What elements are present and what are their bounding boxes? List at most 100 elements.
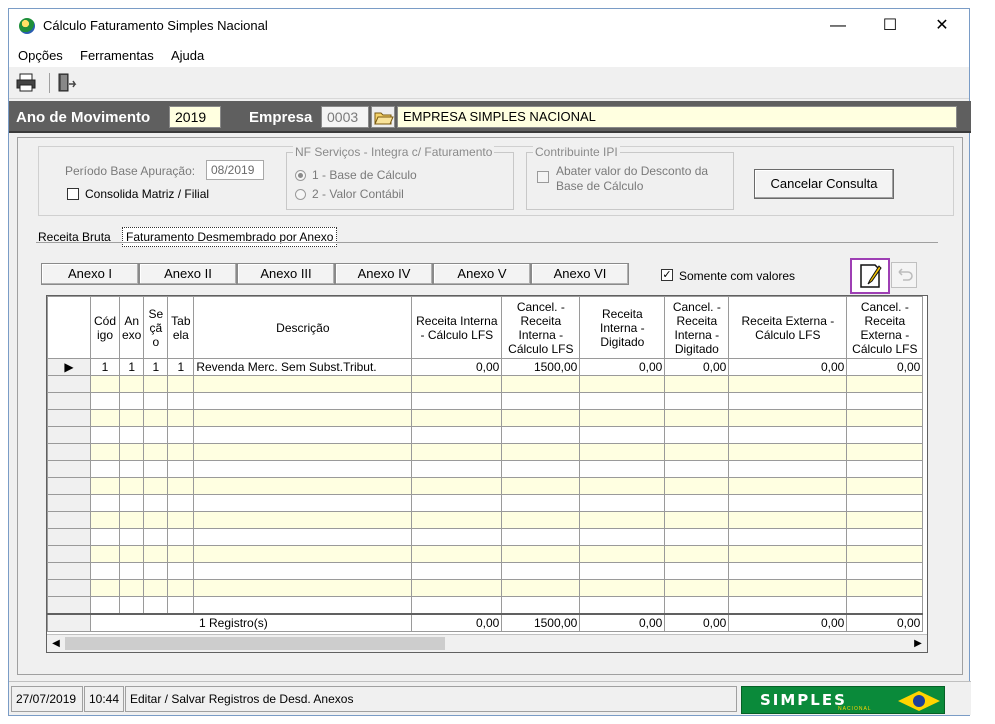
cell-tabela[interactable]: 1: [167, 358, 195, 376]
cell-codigo[interactable]: 1: [90, 358, 120, 376]
grid-cell[interactable]: [846, 392, 924, 410]
grid-cell[interactable]: [118, 477, 145, 495]
table-row[interactable]: [47, 392, 924, 410]
grid-cell[interactable]: [501, 375, 581, 393]
grid-cell[interactable]: [193, 511, 413, 529]
grid-cell[interactable]: [118, 545, 145, 563]
table-row[interactable]: [47, 545, 924, 563]
grid-cell[interactable]: [846, 443, 924, 461]
annex-grid[interactable]: Cód igo An exo Se çã o Tab ela Descrição…: [46, 295, 928, 653]
grid-cell[interactable]: [90, 409, 120, 427]
grid-cell[interactable]: [411, 409, 503, 427]
grid-cell[interactable]: [728, 511, 848, 529]
nf-option1-radio[interactable]: [295, 170, 306, 181]
grid-cell[interactable]: [411, 375, 503, 393]
grid-cell[interactable]: [167, 596, 195, 614]
grid-cell[interactable]: [193, 477, 413, 495]
grid-cell[interactable]: [728, 392, 848, 410]
grid-cell[interactable]: [501, 511, 581, 529]
grid-cell[interactable]: [118, 460, 145, 478]
grid-cell[interactable]: [167, 562, 195, 580]
open-folder-icon[interactable]: [371, 106, 395, 128]
grid-cell[interactable]: [167, 477, 195, 495]
col-header-secao[interactable]: Se çã o: [143, 296, 169, 359]
grid-cell[interactable]: [193, 528, 413, 546]
grid-cell[interactable]: [664, 562, 730, 580]
grid-cell[interactable]: [501, 528, 581, 546]
grid-cell[interactable]: [90, 562, 120, 580]
grid-cell[interactable]: [143, 477, 169, 495]
grid-cell[interactable]: [143, 528, 169, 546]
grid-cell[interactable]: [579, 477, 666, 495]
grid-cell[interactable]: [167, 375, 195, 393]
edit-notepad-icon[interactable]: [850, 258, 890, 294]
grid-cell[interactable]: [579, 579, 666, 597]
menu-opcoes[interactable]: Opções: [18, 48, 63, 63]
grid-cell[interactable]: [846, 562, 924, 580]
exit-door-icon[interactable]: [55, 72, 79, 94]
grid-cell[interactable]: [728, 579, 848, 597]
grid-cell[interactable]: [193, 426, 413, 444]
annex-5-button[interactable]: Anexo V: [433, 263, 531, 285]
grid-cell[interactable]: [728, 375, 848, 393]
menu-ajuda[interactable]: Ajuda: [171, 48, 204, 63]
scroll-left-icon[interactable]: ◀: [49, 637, 63, 651]
cell-cancel-receita-interna-lfs[interactable]: 1500,00: [501, 358, 581, 376]
grid-cell[interactable]: [193, 579, 413, 597]
grid-cell[interactable]: [846, 409, 924, 427]
grid-cell[interactable]: [664, 596, 730, 614]
table-row[interactable]: [47, 426, 924, 444]
grid-cell[interactable]: [143, 545, 169, 563]
grid-cell[interactable]: [728, 409, 848, 427]
table-row[interactable]: [47, 443, 924, 461]
grid-cell[interactable]: [728, 528, 848, 546]
cell-cancel-receita-interna-digitado[interactable]: 0,00: [664, 358, 730, 376]
grid-cell[interactable]: [411, 579, 503, 597]
grid-cell[interactable]: [193, 596, 413, 614]
grid-cell[interactable]: [90, 392, 120, 410]
grid-cell[interactable]: [90, 528, 120, 546]
col-header-cancel-receita-interna-digitado[interactable]: Cancel. - Receita Interna - Digitado: [664, 296, 730, 359]
grid-cell[interactable]: [118, 562, 145, 580]
col-header-tabela[interactable]: Tab ela: [167, 296, 195, 359]
grid-cell[interactable]: [143, 460, 169, 478]
menu-ferramentas[interactable]: Ferramentas: [80, 48, 154, 63]
scroll-right-icon[interactable]: ▶: [911, 637, 925, 651]
table-row[interactable]: [47, 460, 924, 478]
grid-cell[interactable]: [846, 460, 924, 478]
col-header-receita-interna-lfs[interactable]: Receita Interna - Cálculo LFS: [411, 296, 503, 359]
tab-faturamento-desmembrado[interactable]: Faturamento Desmembrado por Anexo: [122, 227, 338, 247]
grid-cell[interactable]: [411, 511, 503, 529]
grid-cell[interactable]: [193, 443, 413, 461]
col-header-receita-interna-digitado[interactable]: Receita Interna - Digitado: [579, 296, 666, 359]
grid-cell[interactable]: [728, 477, 848, 495]
grid-cell[interactable]: [579, 494, 666, 512]
ano-input[interactable]: 2019: [169, 106, 221, 128]
grid-cell[interactable]: [579, 443, 666, 461]
grid-cell[interactable]: [846, 579, 924, 597]
grid-cell[interactable]: [501, 477, 581, 495]
grid-cell[interactable]: [411, 562, 503, 580]
table-row[interactable]: [47, 579, 924, 597]
grid-cell[interactable]: [118, 511, 145, 529]
cell-cancel-receita-externa-lfs[interactable]: 0,00: [846, 358, 924, 376]
annex-3-button[interactable]: Anexo III: [237, 263, 335, 285]
grid-cell[interactable]: [664, 426, 730, 444]
grid-cell[interactable]: [501, 443, 581, 461]
grid-cell[interactable]: [501, 426, 581, 444]
col-header-receita-externa-lfs[interactable]: Receita Externa - Cálculo LFS: [728, 296, 848, 359]
consolida-checkbox[interactable]: [67, 188, 79, 200]
grid-cell[interactable]: [167, 579, 195, 597]
grid-cell[interactable]: [411, 494, 503, 512]
grid-cell[interactable]: [90, 443, 120, 461]
grid-cell[interactable]: [143, 494, 169, 512]
grid-cell[interactable]: [728, 494, 848, 512]
grid-cell[interactable]: [90, 511, 120, 529]
maximize-button[interactable]: ☐: [867, 9, 913, 43]
grid-cell[interactable]: [728, 562, 848, 580]
col-header-cancel-receita-interna-lfs[interactable]: Cancel. - Receita Interna - Cálculo LFS: [501, 296, 581, 359]
grid-cell[interactable]: [846, 596, 924, 614]
grid-cell[interactable]: [664, 392, 730, 410]
col-header-codigo[interactable]: Cód igo: [90, 296, 120, 359]
minimize-button[interactable]: —: [815, 9, 861, 43]
